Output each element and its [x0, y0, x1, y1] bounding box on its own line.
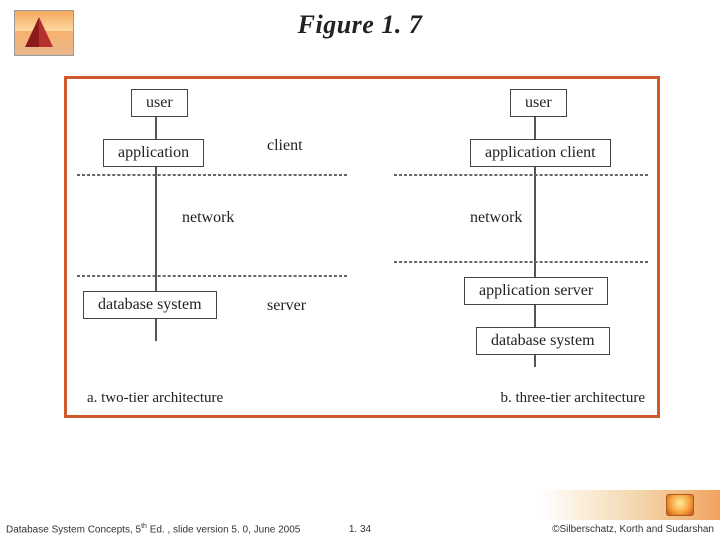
tier-divider [394, 261, 648, 263]
sailboat-logo-icon [14, 10, 74, 56]
footer-text: Ed. , slide version 5. 0, June 2005 [147, 524, 300, 535]
two-tier-panel: user application database system client … [67, 79, 362, 415]
panel-caption-b: b. three-tier architecture [501, 390, 646, 407]
node-database-system: database system [476, 327, 610, 355]
footer-text: Database System Concepts, 5 [6, 524, 141, 535]
slide: Figure 1. 7 user application database sy… [0, 0, 720, 540]
node-application: application [103, 139, 204, 167]
copyright: ©Silberschatz, Korth and Sudarshan [552, 524, 714, 535]
side-label-server: server [267, 297, 306, 315]
node-label: database system [98, 296, 202, 313]
node-label: user [525, 94, 552, 111]
node-label: user [146, 94, 173, 111]
three-tier-panel: user application client application serv… [362, 79, 657, 415]
node-label: database system [491, 332, 595, 349]
tier-divider [77, 174, 347, 176]
node-user: user [510, 89, 567, 117]
node-user: user [131, 89, 188, 117]
architecture-figure: user application database system client … [64, 76, 660, 418]
side-label-network: network [182, 209, 234, 227]
footer-left: Database System Concepts, 5th Ed. , slid… [6, 523, 300, 535]
node-label: application client [485, 144, 596, 161]
tier-divider [394, 174, 648, 176]
side-label-network: network [470, 209, 522, 227]
node-label: application server [479, 282, 593, 299]
node-app-server: application server [464, 277, 608, 305]
slide-title: Figure 1. 7 [0, 0, 720, 40]
node-app-client: application client [470, 139, 611, 167]
node-label: application [118, 144, 189, 161]
tier-divider [77, 275, 347, 277]
sunset-icon [666, 494, 694, 516]
slide-number: 1. 34 [349, 524, 371, 535]
node-database-system: database system [83, 291, 217, 319]
side-label-client: client [267, 137, 303, 155]
footer-bar: Database System Concepts, 5th Ed. , slid… [0, 516, 720, 540]
panel-caption-a: a. two-tier architecture [87, 390, 223, 407]
